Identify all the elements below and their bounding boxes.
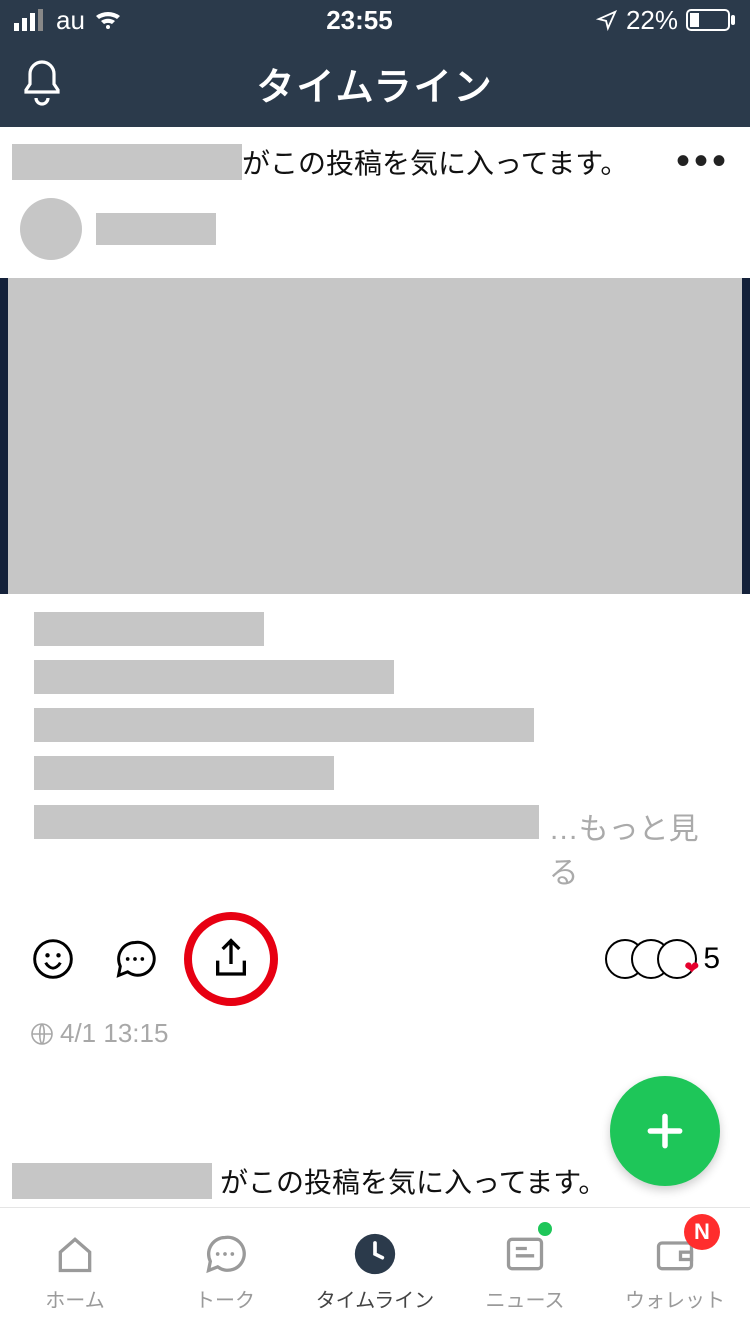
tab-home[interactable]: ホーム: [0, 1208, 150, 1334]
avatar: [20, 198, 82, 260]
like-button[interactable]: [30, 936, 76, 982]
home-icon: [53, 1232, 97, 1276]
tab-label: ウォレット: [625, 1284, 725, 1313]
text-line-redacted: [34, 756, 334, 790]
plus-icon: [643, 1109, 687, 1153]
reactions-count: 5: [703, 942, 720, 976]
author-name-redacted: [96, 213, 216, 245]
chat-icon: [203, 1232, 247, 1276]
post-media[interactable]: [0, 278, 750, 594]
share-button-highlight: [184, 912, 278, 1006]
news-badge-dot: [538, 1222, 552, 1236]
status-right: 22%: [596, 5, 736, 36]
liked-by-row: がこの投稿を気に入ってます。 •••: [0, 127, 750, 184]
compose-button[interactable]: [610, 1076, 720, 1186]
text-line-redacted: [34, 805, 539, 839]
battery-pct-label: 22%: [626, 5, 678, 36]
signal-icon: [14, 9, 48, 31]
page-title: タイムライン: [256, 56, 493, 111]
status-time: 23:55: [326, 5, 393, 36]
author-row[interactable]: [0, 184, 750, 278]
liked-by-suffix: がこの投稿を気に入ってます。: [220, 1161, 606, 1201]
smile-icon: [31, 937, 75, 981]
tab-talk[interactable]: トーク: [150, 1208, 300, 1334]
post-menu-button[interactable]: •••: [676, 139, 730, 184]
news-icon: [503, 1232, 547, 1276]
liked-by-suffix: がこの投稿を気に入ってます。: [242, 142, 628, 182]
tab-label: ニュース: [486, 1284, 565, 1313]
notifications-button[interactable]: [18, 58, 66, 110]
comment-button[interactable]: [112, 936, 158, 982]
globe-icon: [30, 1022, 54, 1046]
comment-icon: [113, 937, 157, 981]
wallet-badge: N: [684, 1214, 720, 1250]
battery-icon: [686, 9, 736, 31]
share-button[interactable]: [208, 936, 254, 982]
tab-news[interactable]: ニュース: [450, 1208, 600, 1334]
liked-by-name-redacted: [12, 144, 242, 180]
timestamp-row: 4/1 13:15: [0, 1012, 750, 1079]
read-more-link[interactable]: …もっと見る: [549, 804, 720, 892]
media-redacted: [8, 278, 742, 594]
tab-label: トーク: [195, 1284, 255, 1313]
share-icon: [211, 937, 251, 981]
reaction-icons: ❤: [605, 939, 697, 979]
app-header: タイムライン: [0, 40, 750, 127]
text-line-redacted: [34, 708, 534, 742]
status-left: au: [14, 5, 123, 36]
tab-label: タイムライン: [316, 1284, 435, 1313]
reaction-face-icon: ❤: [657, 939, 697, 979]
status-bar: au 23:55 22%: [0, 0, 750, 40]
clock-icon: [353, 1232, 397, 1276]
liked-by-name-redacted: [12, 1163, 212, 1199]
text-line-redacted: [34, 660, 394, 694]
post-timestamp: 4/1 13:15: [60, 1018, 168, 1049]
post-actions: ❤ 5: [0, 892, 750, 1012]
tab-wallet[interactable]: N ウォレット: [600, 1208, 750, 1334]
reactions-summary[interactable]: ❤ 5: [605, 939, 720, 979]
tab-timeline[interactable]: タイムライン: [300, 1208, 450, 1334]
tab-bar: ホーム トーク タイムライン ニュース N ウォレット: [0, 1207, 750, 1334]
post-text: …もっと見る: [0, 594, 750, 892]
tab-label: ホーム: [45, 1284, 104, 1313]
text-line-redacted: [34, 612, 264, 646]
wifi-icon: [93, 9, 123, 31]
location-icon: [596, 9, 618, 31]
feed: がこの投稿を気に入ってます。 ••• …もっと見る: [0, 127, 750, 1207]
post: がこの投稿を気に入ってます。 ••• …もっと見る: [0, 127, 750, 1079]
carrier-label: au: [56, 5, 85, 36]
bell-icon: [18, 58, 66, 110]
